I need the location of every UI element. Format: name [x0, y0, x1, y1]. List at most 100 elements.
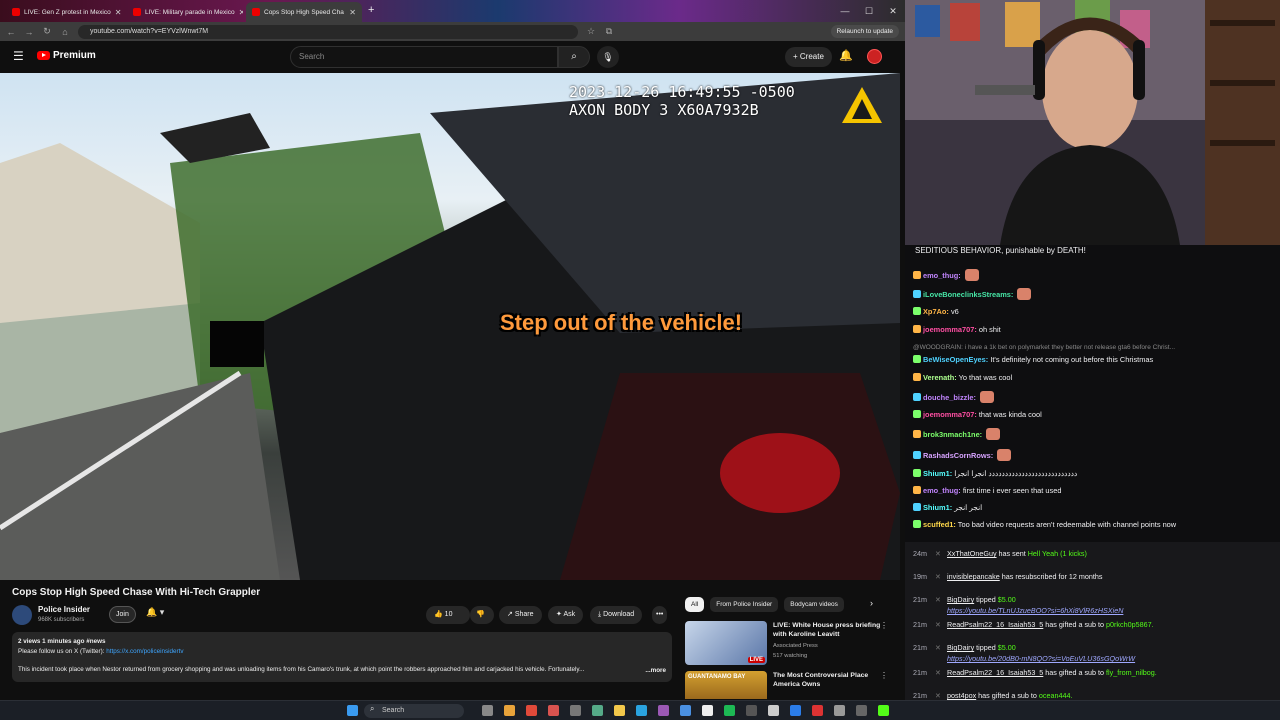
event-username[interactable]: XxThatOneGuy	[947, 549, 997, 558]
event-username[interactable]: ReadPsalm22_16_Isaiah53_5	[947, 668, 1043, 677]
chat-username[interactable]: iLoveBoneclinksStreams:	[923, 290, 1013, 299]
more-actions-button[interactable]: •••	[652, 606, 668, 624]
account-avatar[interactable]	[867, 49, 882, 64]
event-username[interactable]: ReadPsalm22_16_Isaiah53_5	[947, 620, 1043, 629]
channel-avatar[interactable]	[12, 605, 32, 625]
event-username[interactable]: post4pox	[947, 691, 976, 700]
event-time: 21m	[913, 691, 927, 700]
windows-start-icon[interactable]	[347, 705, 358, 716]
file-explorer-icon[interactable]	[614, 705, 625, 716]
search-icon: ⌕	[571, 51, 577, 62]
event-link-text[interactable]: https://youtu.be/20dB0-mN8QO?si=VoEuVLU3…	[947, 654, 1135, 663]
ask-button[interactable]: ✦ Ask	[548, 606, 584, 624]
notifications-bell-icon[interactable]: 🔔	[839, 49, 853, 62]
extensions-icon[interactable]: ⧉	[604, 26, 614, 37]
forward-icon[interactable]: →	[24, 27, 34, 37]
chat-username[interactable]: joemomma707:	[923, 410, 977, 419]
telegram-icon[interactable]	[636, 705, 647, 716]
app-icon[interactable]	[746, 705, 757, 716]
tab-cops-chase[interactable]: Cops Stop High Speed Cha ✕	[246, 2, 362, 22]
app-icon[interactable]	[658, 705, 669, 716]
app-icon[interactable]	[702, 705, 713, 716]
chat-username[interactable]: scuffed1:	[923, 520, 956, 529]
event-link[interactable]: https://youtu.be/20dB0-mN8QO?si=VoEuVLU3…	[947, 654, 1135, 663]
search-input[interactable]: Search	[290, 46, 558, 68]
url-field[interactable]: youtube.com/watch?v=EYVzlWnwt7M	[78, 24, 578, 39]
app-icon[interactable]	[834, 705, 845, 716]
more-vert-icon[interactable]: ⋮	[880, 671, 888, 680]
create-button[interactable]: + Create	[785, 47, 832, 67]
chat-username[interactable]: Xp7Ao:	[923, 307, 949, 316]
chip-bodycam-videos[interactable]: Bodycam videos	[784, 597, 844, 612]
task-view-icon[interactable]	[482, 705, 493, 716]
app-icon[interactable]	[790, 705, 801, 716]
close-window-icon[interactable]: ✕	[881, 0, 905, 22]
chat-username[interactable]: joemomma707:	[923, 325, 977, 334]
app-icon[interactable]	[856, 705, 867, 716]
chat-username[interactable]: Shium1:	[923, 469, 952, 478]
app-icon[interactable]	[570, 705, 581, 716]
bookmark-star-icon[interactable]: ☆	[586, 26, 596, 37]
chip-all[interactable]: All	[685, 597, 705, 612]
channel-name[interactable]: Police Insider	[38, 605, 90, 614]
event-time: 21m	[913, 620, 927, 629]
app-icon[interactable]	[680, 705, 691, 716]
new-tab-icon[interactable]: +	[368, 4, 374, 16]
spotify-icon[interactable]	[724, 705, 735, 716]
maximize-icon[interactable]: ☐	[857, 0, 881, 22]
chat-username[interactable]: emo_thug:	[923, 271, 961, 280]
chat-username[interactable]: RashadsCornRows:	[923, 451, 993, 460]
event-link-text[interactable]: https://youtu.be/TLnUJzueBOO?si=6hXi8VlR…	[947, 606, 1123, 615]
join-button[interactable]: Join	[109, 606, 136, 623]
menu-icon[interactable]: ☰	[13, 49, 24, 63]
app-icon[interactable]	[768, 705, 779, 716]
chat-username[interactable]: douche_bizzle:	[923, 393, 976, 402]
event-username[interactable]: invisiblepancake	[947, 572, 1000, 581]
voice-search-button[interactable]: 🎙	[597, 46, 619, 68]
recommendation-item[interactable]: GUANTANAMO BAY The Most Controversial Pl…	[685, 671, 900, 699]
kick-app-icon[interactable]	[878, 705, 889, 716]
chevron-right-icon[interactable]: ›	[870, 598, 873, 608]
home-icon[interactable]: ⌂	[60, 27, 70, 37]
description-box[interactable]: 2 views 1 minutes ago #news Please follo…	[12, 632, 672, 682]
live-badge: LIVE	[747, 657, 765, 663]
like-button[interactable]: 👍 10	[426, 606, 470, 624]
app-icon[interactable]	[592, 705, 603, 716]
description-more-link[interactable]: ...more	[645, 666, 666, 676]
download-button[interactable]: ⤓ Download	[590, 606, 643, 624]
search-button[interactable]: ⌕	[558, 46, 590, 68]
relaunch-button[interactable]: Relaunch to update	[830, 25, 899, 38]
app-icon[interactable]	[812, 705, 823, 716]
browser-app-icon[interactable]	[504, 705, 515, 716]
tab-gen-z-protest[interactable]: LIVE: Gen Z protest in Mexico ✕	[6, 2, 124, 22]
back-icon[interactable]: ←	[6, 27, 16, 37]
chat-username[interactable]: BeWiseOpenEyes:	[923, 355, 988, 364]
youtube-logo[interactable]: Premium	[37, 50, 96, 61]
tab-military-parade[interactable]: LIVE: Military parade in Mexico ✕	[127, 2, 243, 22]
minimize-icon[interactable]: —	[833, 0, 857, 22]
more-vert-icon[interactable]: ⋮	[880, 621, 888, 630]
chat-username[interactable]: Verenath:	[923, 373, 957, 382]
chat-username[interactable]: Shium1:	[923, 503, 952, 512]
chat-emote-icon	[980, 391, 995, 403]
share-button[interactable]: ↗ Share	[499, 606, 542, 624]
event-username[interactable]: BigDairy	[947, 643, 974, 652]
close-tab-icon[interactable]: ✕	[235, 8, 243, 17]
chat-username[interactable]: brok3nmach1ne:	[923, 430, 982, 439]
chrome-app-icon[interactable]	[526, 705, 537, 716]
dislike-button[interactable]: 👎	[470, 606, 494, 624]
recommendation-item[interactable]: LIVE LIVE: White House press briefing wi…	[685, 621, 900, 667]
video-player[interactable]: 2023-12-26 16:49:55 -0500 AXON BODY 3 X6…	[0, 73, 900, 580]
chat-username[interactable]: emo_thug:	[923, 486, 961, 495]
app-icon[interactable]	[548, 705, 559, 716]
event-link[interactable]: https://youtu.be/TLnUJzueBOO?si=6hXi8VlR…	[947, 606, 1123, 615]
subscribe-bell-icon[interactable]: 🔔 ▾	[146, 607, 164, 618]
event-username[interactable]: BigDairy	[947, 595, 974, 604]
close-tab-icon[interactable]: ✕	[111, 8, 122, 17]
reload-icon[interactable]: ↻	[42, 26, 52, 37]
taskbar-search[interactable]: Search	[364, 704, 464, 718]
recommendation-title: LIVE: White House press briefing with Ka…	[773, 622, 881, 638]
twitter-link[interactable]: https://x.com/policeinsidertv	[106, 648, 183, 655]
close-tab-icon[interactable]: ✕	[345, 8, 356, 17]
chip-from-police-insider[interactable]: From Police Insider	[710, 597, 779, 612]
